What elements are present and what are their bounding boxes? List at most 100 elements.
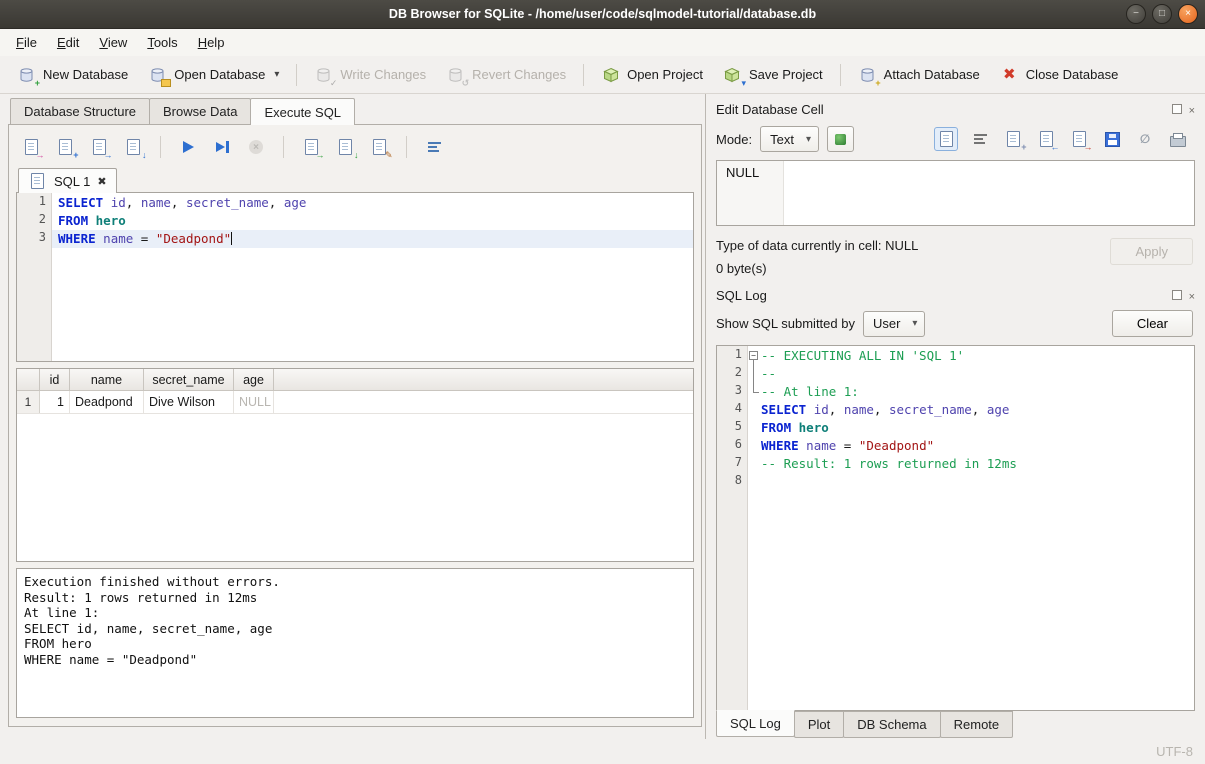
cell-secret-name[interactable]: Dive Wilson xyxy=(144,391,234,413)
save-as-icon[interactable] xyxy=(1101,128,1123,150)
tab-db-schema[interactable]: DB Schema xyxy=(843,711,940,738)
toolbar-button-label: Revert Changes xyxy=(472,67,566,82)
dropdown-arrow-icon: ▾ xyxy=(912,318,917,329)
menu-file[interactable]: File xyxy=(6,31,47,54)
fold-margin xyxy=(748,437,761,455)
row-number: 1 xyxy=(17,391,40,413)
close-icon[interactable]: × xyxy=(1189,102,1195,117)
column-header-name[interactable]: name xyxy=(70,369,144,390)
float-icon[interactable] xyxy=(1172,102,1182,117)
tab-browse-data[interactable]: Browse Data xyxy=(149,98,251,124)
cell-name[interactable]: Deadpond xyxy=(70,391,144,413)
mode-label: Mode: xyxy=(716,132,752,147)
log-filter-select[interactable]: User ▾ xyxy=(863,311,925,337)
toolbar-button-label: Open Project xyxy=(627,67,703,82)
export-results-icon[interactable]: → xyxy=(298,134,324,160)
column-header-secret-name[interactable]: secret_name xyxy=(144,369,234,390)
close-tab-icon[interactable]: ✖ xyxy=(97,175,106,188)
toolbar-button-label: Write Changes xyxy=(340,67,426,82)
encoding-label: UTF-8 xyxy=(1156,744,1193,759)
log-filter-label: Show SQL submitted by xyxy=(716,316,855,331)
text-cursor xyxy=(231,232,232,245)
new-sql-tab-icon[interactable]: + xyxy=(52,134,78,160)
save-results-icon[interactable]: ↓ xyxy=(332,134,358,160)
import-contents-icon[interactable]: ← xyxy=(1035,128,1057,150)
column-header-age[interactable]: age xyxy=(234,369,274,390)
format-sql-icon[interactable] xyxy=(421,134,447,160)
log-line-text: -- Result: 1 rows returned in 12ms xyxy=(761,455,1017,473)
right-pane: Edit Database Cell × Mode: Text ▾ +←→∅ xyxy=(705,94,1205,739)
log-code: −-- EXECUTING ALL IN 'SQL 1'---- At line… xyxy=(748,346,1194,710)
execute-all-icon[interactable] xyxy=(175,134,201,160)
sql-file-icon xyxy=(28,172,47,190)
minimize-button[interactable]: − xyxy=(1126,4,1146,24)
open-sql-tab-icon[interactable]: → xyxy=(86,134,112,160)
auto-switch-button[interactable] xyxy=(827,126,854,152)
line-number: 7 xyxy=(717,455,747,473)
mode-select[interactable]: Text ▾ xyxy=(760,126,819,152)
toolbar-button-write-changes: ✓Write Changes xyxy=(305,62,435,88)
results-grid: idnamesecret_nameage11DeadpondDive Wilso… xyxy=(16,368,694,562)
toolbar-button-revert-changes: ↺Revert Changes xyxy=(437,62,575,88)
tab-remote[interactable]: Remote xyxy=(940,711,1014,738)
cell-age[interactable]: NULL xyxy=(234,391,274,413)
toolbar-button-new-database[interactable]: +New Database xyxy=(8,62,137,88)
toolbar-button-attach-database[interactable]: +Attach Database xyxy=(849,62,989,88)
text-mode-icon[interactable] xyxy=(934,127,958,151)
print-icon[interactable] xyxy=(1167,128,1189,150)
save-sql-file-icon[interactable]: ↓ xyxy=(120,134,146,160)
close-button[interactable]: × xyxy=(1178,4,1198,24)
menu-edit[interactable]: Edit xyxy=(47,31,89,54)
log-line-text: WHERE name = "Deadpond" xyxy=(761,437,934,455)
open-sql-file-icon[interactable]: → xyxy=(18,134,44,160)
toolbar-button-open-project[interactable]: Open Project xyxy=(592,62,712,88)
window-title: DB Browser for SQLite - /home/user/code/… xyxy=(0,7,1205,21)
grid-header-row: idnamesecret_nameage xyxy=(17,369,693,391)
tab-sql-log[interactable]: SQL Log xyxy=(716,710,795,737)
set-null-icon[interactable]: ∅ xyxy=(1134,128,1156,150)
menu-tools[interactable]: Tools xyxy=(137,31,187,54)
find-replace-icon[interactable]: ✎ xyxy=(366,134,392,160)
export-contents-icon[interactable]: → xyxy=(1068,128,1090,150)
open-project-icon xyxy=(601,66,620,84)
cell-editor[interactable]: NULL xyxy=(716,160,1195,226)
close-database-icon: ✖ xyxy=(1000,66,1019,84)
toolbar-button-save-project[interactable]: ▾Save Project xyxy=(714,62,832,88)
column-header-id[interactable]: id xyxy=(40,369,70,390)
line-number: 2 xyxy=(717,365,747,383)
sql-editor[interactable]: 123 SELECT id, name, secret_name, ageFRO… xyxy=(16,192,694,362)
cell-id[interactable]: 1 xyxy=(40,391,70,413)
open-database-icon xyxy=(148,66,167,84)
menu-help[interactable]: Help xyxy=(188,31,235,54)
tab-execute-sql[interactable]: Execute SQL xyxy=(250,98,355,125)
word-wrap-icon[interactable] xyxy=(969,128,991,150)
execute-line-icon[interactable] xyxy=(209,134,235,160)
line-number: 5 xyxy=(717,419,747,437)
fold-margin xyxy=(748,473,761,491)
log-line: WHERE name = "Deadpond" xyxy=(748,437,1194,455)
toolbar-button-open-database[interactable]: Open Database▾ xyxy=(139,62,288,88)
code-line: WHERE name = "Deadpond" xyxy=(52,230,693,248)
log-line: -- xyxy=(748,365,1194,383)
log-line: -- At line 1: xyxy=(748,383,1194,401)
status-bar: UTF-8 xyxy=(0,739,1205,764)
log-line-numbers: 12345678 xyxy=(717,346,748,710)
clear-log-button[interactable]: Clear xyxy=(1112,310,1193,337)
copy-contents-icon[interactable]: + xyxy=(1002,128,1024,150)
left-pane: Database StructureBrowse DataExecute SQL… xyxy=(0,94,705,739)
fold-margin[interactable]: − xyxy=(748,347,761,365)
tab-database-structure[interactable]: Database Structure xyxy=(10,98,150,124)
log-filter-value: User xyxy=(873,316,900,331)
line-number: 1 xyxy=(717,347,747,365)
attach-database-icon: + xyxy=(858,66,877,84)
log-line: SELECT id, name, secret_name, age xyxy=(748,401,1194,419)
close-icon[interactable]: × xyxy=(1189,288,1195,303)
toolbar-button-close-database[interactable]: ✖Close Database xyxy=(991,62,1128,88)
tab-sql-1[interactable]: SQL 1 ✖ xyxy=(18,168,117,193)
log-line-text: -- xyxy=(761,365,776,383)
float-icon[interactable] xyxy=(1172,288,1182,303)
sql-log-view[interactable]: 12345678 −-- EXECUTING ALL IN 'SQL 1'---… xyxy=(716,345,1195,711)
maximize-button[interactable]: □ xyxy=(1152,4,1172,24)
menu-view[interactable]: View xyxy=(89,31,137,54)
tab-plot[interactable]: Plot xyxy=(794,711,844,738)
